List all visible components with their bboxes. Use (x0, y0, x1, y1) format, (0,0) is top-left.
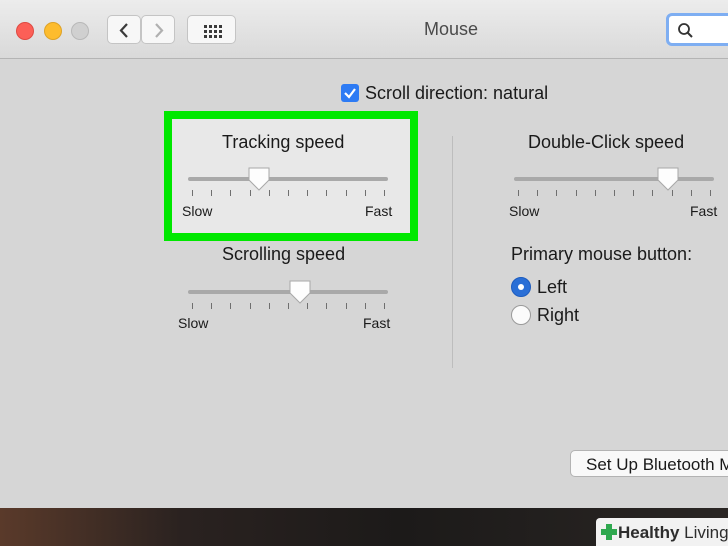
minimize-button[interactable] (44, 22, 62, 40)
search-icon (678, 23, 693, 38)
slider-tick (556, 190, 558, 196)
slider-tick (192, 303, 193, 309)
slider-tick (537, 190, 539, 196)
slider-tick (652, 190, 654, 196)
radio-right[interactable] (511, 305, 531, 325)
back-button[interactable] (107, 15, 141, 44)
slider-tick (268, 303, 270, 309)
slider-tick (690, 190, 692, 196)
double-click-speed-knob[interactable] (655, 165, 681, 193)
primary-button-title: Primary mouse button: (511, 244, 693, 264)
chevron-right-icon (155, 23, 164, 38)
slider-tick (518, 190, 519, 196)
zoom-button[interactable] (71, 22, 89, 40)
radio-left-label: Left (537, 277, 568, 297)
slider-tick (230, 303, 232, 309)
tracking-speed-track[interactable] (188, 177, 388, 181)
slider-tick (326, 303, 328, 309)
slider-tick (345, 303, 347, 309)
slider-tick (249, 303, 251, 309)
scroll-direction-checkbox[interactable] (341, 84, 359, 102)
column-divider (452, 136, 453, 368)
slider-tick (710, 190, 711, 196)
slider-tick (384, 190, 385, 196)
slider-tick (364, 303, 366, 309)
tracking-speed-knob[interactable] (246, 165, 272, 193)
scrolling-fast-label: Fast (363, 315, 391, 331)
slider-tick (364, 190, 366, 196)
scroll-direction-label: Scroll direction: natural (365, 83, 549, 103)
tracking-speed-highlight (164, 111, 418, 241)
double-click-speed-track[interactable] (514, 177, 714, 181)
watermark-rest-text: Living (679, 523, 728, 542)
slider-tick (307, 190, 309, 196)
slider-tick (326, 190, 328, 196)
slider-tick (594, 190, 596, 196)
slider-tick (633, 190, 635, 196)
grid-icon (204, 25, 222, 38)
slider-tick (230, 190, 232, 196)
watermark-bold-text: Healthy (618, 523, 680, 542)
forward-button[interactable] (141, 15, 175, 44)
scrolling-speed-knob[interactable] (287, 278, 313, 306)
radio-left[interactable] (511, 277, 531, 297)
tracking-speed-title: Tracking speed (222, 132, 345, 152)
slider-tick (211, 190, 213, 196)
show-all-button[interactable] (187, 15, 236, 44)
plus-logo-icon (601, 524, 617, 540)
watermark-text: Healthy Living (618, 523, 728, 543)
watermark: Healthy Living (596, 518, 728, 546)
slider-tick (345, 190, 347, 196)
search-field[interactable] (666, 13, 728, 46)
preferences-window: Mouse Scroll direction: natural Tracking… (0, 0, 728, 508)
slider-tick (575, 190, 577, 196)
slider-tick (384, 303, 385, 309)
double-click-speed-title: Double-Click speed (528, 132, 685, 152)
tracking-slow-label: Slow (182, 203, 213, 219)
slider-tick (192, 190, 193, 196)
double-click-fast-label: Fast (690, 203, 718, 219)
tracking-fast-label: Fast (365, 203, 393, 219)
scrolling-speed-title: Scrolling speed (222, 244, 346, 264)
chevron-left-icon (119, 23, 128, 38)
scrolling-slow-label: Slow (178, 315, 209, 331)
radio-right-label: Right (537, 305, 580, 325)
slider-tick (288, 190, 289, 196)
title-bar: Mouse (0, 0, 728, 59)
checkmark-icon (344, 88, 356, 99)
slider-tick (614, 190, 615, 196)
window-title: Mouse (423, 19, 479, 39)
double-click-slow-label: Slow (509, 203, 540, 219)
set-up-bluetooth-button[interactable]: Set Up Bluetooth Mouse... (570, 450, 728, 477)
close-button[interactable] (16, 22, 34, 40)
slider-tick (211, 303, 213, 309)
